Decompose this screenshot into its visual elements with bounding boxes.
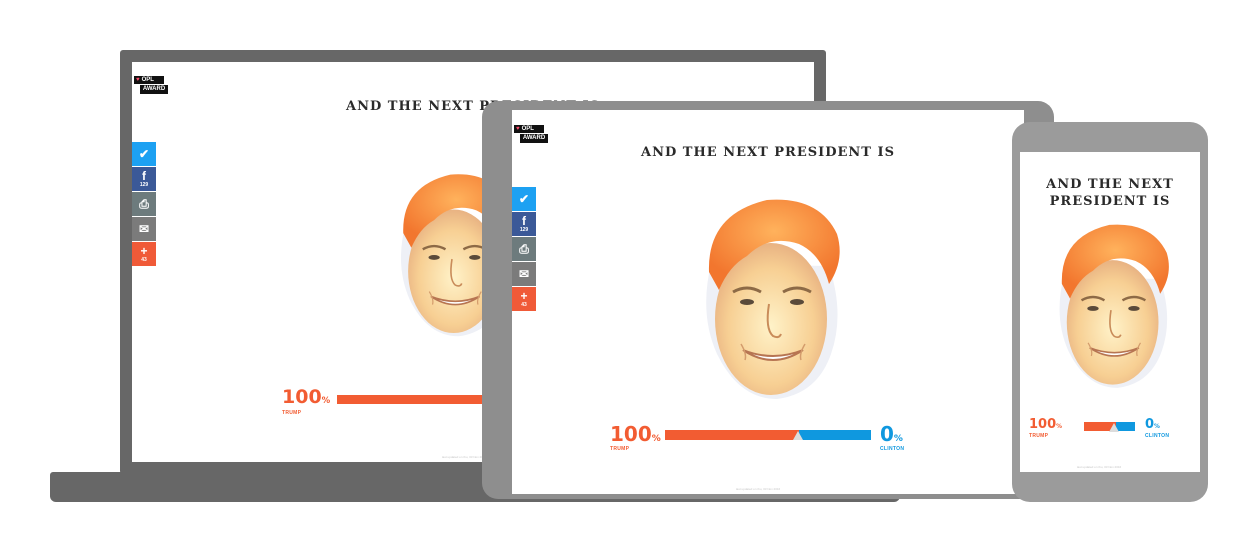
heart-icon: ♥ [136,77,140,83]
winner-portrait [1042,220,1180,392]
winner-portrait [684,194,854,404]
more-share-count: 43 [141,257,147,263]
page-title: AND THE NEXT PRESIDENT IS [1020,176,1200,210]
more-share-count: 43 [521,302,527,308]
last-updated: last updated on thu, 03 Nov 2016 [442,455,487,459]
twitter-icon: ✔ [138,147,150,161]
email-icon: ✉ [518,267,530,281]
heart-icon: ♥ [516,126,520,132]
tablet-screen: ♥ OPL AWARD AND THE NEXT PRESIDENT IS ✔ f… [512,110,1024,494]
clinton-bar-fill [798,430,871,440]
logo-line2: AWARD [520,134,548,143]
email-icon: ✉ [138,222,150,236]
page-title-line2: PRESIDENT IS [1049,194,1171,209]
trump-label: TRUMP [610,446,630,452]
trump-label: TRUMP [1029,433,1049,439]
midpoint-marker [793,431,803,440]
last-updated: last updated on thu, 03 Nov 2016 [1077,465,1122,469]
print-icon: ⎙ [519,242,529,256]
trump-percentage: 100% [610,422,661,446]
clinton-label: CLINTON [880,446,905,452]
logo-line1: OPL [521,126,534,132]
email-share-button[interactable]: ✉ [132,217,156,241]
clinton-label: CLINTON [1145,433,1170,439]
midpoint-marker [1109,423,1119,432]
more-share-button[interactable]: +43 [132,242,156,266]
facebook-count: 129 [519,227,529,233]
trump-label: TRUMP [282,410,302,416]
email-share-button[interactable]: ✉ [512,262,536,286]
clinton-percentage: 0% [880,422,903,446]
last-updated: last updated on thu, 03 Nov 2016 [736,487,781,491]
print-icon: ⎙ [139,197,149,211]
result-bar [665,430,871,440]
print-button[interactable]: ⎙ [512,237,536,261]
share-bar: ✔ f 129 ⎙ ✉ +43 [132,142,156,267]
opl-award-logo[interactable]: ♥ OPL AWARD [134,76,168,96]
opl-award-logo[interactable]: ♥ OPL AWARD [514,125,548,145]
twitter-icon: ✔ [518,192,530,206]
facebook-count: 129 [139,182,149,188]
facebook-share-button[interactable]: f 129 [132,167,156,191]
facebook-icon: f [522,214,526,228]
twitter-share-button[interactable]: ✔ [512,187,536,211]
phone-screen: AND THE NEXT PRESIDENT IS 100% TRUMP 0% … [1020,152,1200,472]
logo-line2: AWARD [140,85,168,94]
logo-line1: OPL [141,77,154,83]
plus-icon: + [140,244,148,258]
share-bar: ✔ f 129 ⎙ ✉ +43 [512,187,536,312]
trump-percentage: 100% [282,386,331,408]
twitter-share-button[interactable]: ✔ [132,142,156,166]
facebook-share-button[interactable]: f 129 [512,212,536,236]
clinton-percentage: 0% [1145,417,1160,432]
more-share-button[interactable]: +43 [512,287,536,311]
print-button[interactable]: ⎙ [132,192,156,216]
trump-bar-fill [665,430,799,440]
facebook-icon: f [142,169,146,183]
trump-percentage: 100% [1029,417,1062,432]
plus-icon: + [520,289,528,303]
page-title-line1: AND THE NEXT [1046,177,1174,192]
page-title: AND THE NEXT PRESIDENT IS [641,145,895,160]
